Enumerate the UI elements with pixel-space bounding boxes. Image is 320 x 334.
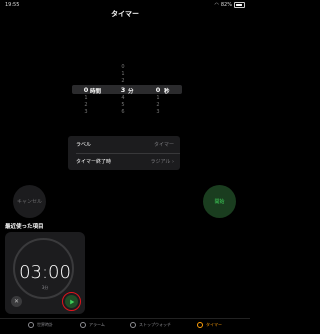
recent-timer-time: 03:00	[19, 262, 71, 283]
when-timer-ends-row[interactable]: タイマー終了時 ラジアル ›	[68, 153, 180, 170]
picker-number: 1	[121, 71, 125, 77]
picker-number: 3	[156, 109, 160, 115]
picker-number: 2	[121, 78, 125, 84]
tab-label: ストップウォッチ	[139, 322, 171, 327]
tab-label: アラーム	[89, 322, 105, 327]
stopwatch-icon	[130, 322, 136, 328]
timer-icon	[197, 322, 203, 328]
battery-icon	[234, 2, 245, 8]
tab-world-clock[interactable]: 世界時計	[28, 322, 53, 328]
seconds-unit: 秒	[164, 88, 170, 95]
start-button[interactable]: 開始	[203, 185, 236, 218]
when-timer-ends-value: ラジアル ›	[150, 159, 174, 165]
picker-number: 6	[121, 109, 125, 115]
picker-number: 4	[121, 95, 125, 101]
picker-number: 5	[121, 102, 125, 108]
tab-stopwatch[interactable]: ストップウォッチ	[130, 322, 171, 328]
tab-label: 世界時計	[37, 322, 53, 327]
label-value: タイマー	[153, 142, 174, 148]
picker-number: 3	[84, 109, 88, 115]
recent-timer-card[interactable]: 03:00 3分 ✕	[5, 232, 85, 314]
minutes-unit: 分	[128, 88, 134, 95]
recent-timer-label: 3分	[41, 285, 49, 290]
picker-number: 2	[84, 102, 88, 108]
close-icon: ✕	[13, 298, 20, 305]
picker-number: 1	[84, 95, 88, 101]
hours-unit: 時間	[90, 88, 102, 95]
tab-label: タイマー	[206, 322, 222, 327]
status-right: ◠ 82%	[214, 1, 245, 8]
alarm-icon	[80, 322, 86, 328]
timer-options: ラベル タイマー タイマー終了時 ラジアル ›	[68, 136, 180, 170]
tab-timer[interactable]: タイマー	[197, 322, 222, 328]
cancel-button[interactable]: キャンセル	[13, 185, 46, 218]
time-picker[interactable]: 0 1 2 3 時間 0 1 2 3 4 5 6 分 0 1 2 3 秒	[68, 58, 184, 118]
when-timer-ends-title: タイマー終了時	[76, 159, 112, 165]
play-icon	[69, 299, 74, 304]
globe-icon	[28, 322, 34, 328]
page-title: タイマー	[111, 10, 139, 18]
recents-heading: 最近使った項目	[5, 224, 44, 230]
play-button[interactable]	[65, 295, 78, 308]
remove-recent-button[interactable]: ✕	[11, 296, 22, 307]
battery-percent: 82%	[220, 2, 232, 8]
label-title: ラベル	[76, 142, 92, 148]
picker-number: 0	[121, 64, 125, 70]
tab-alarm[interactable]: アラーム	[80, 322, 105, 328]
wifi-icon: ◠	[214, 1, 219, 8]
status-time: 19:55	[5, 2, 20, 8]
tab-bar: 世界時計 アラーム ストップウォッチ タイマー	[0, 318, 250, 334]
picker-number: 2	[156, 102, 160, 108]
picker-number: 1	[156, 95, 160, 101]
label-row[interactable]: ラベル タイマー	[68, 136, 180, 153]
